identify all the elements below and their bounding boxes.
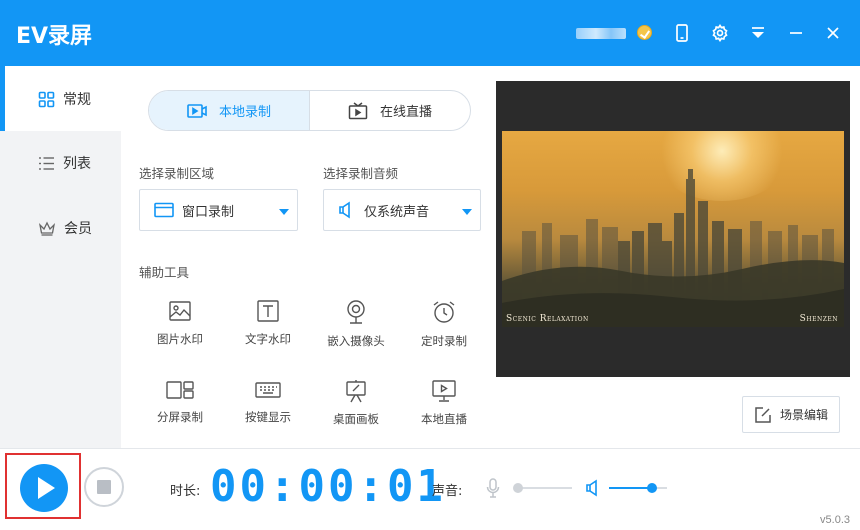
split-screen-icon xyxy=(166,381,194,399)
tool-embed-webcam[interactable]: 嵌入摄像头 xyxy=(311,299,401,349)
sidebar-item-list[interactable]: 列表 xyxy=(0,143,121,183)
preview-caption-right: Shenzen xyxy=(799,314,838,324)
scene-edit-label: 场景编辑 xyxy=(779,408,828,422)
keyboard-icon xyxy=(255,382,281,398)
system-volume-fill xyxy=(609,487,652,489)
speaker-icon xyxy=(339,201,350,219)
alarm-clock-icon xyxy=(433,301,455,323)
chevron-down-icon xyxy=(279,209,289,215)
grid-icon xyxy=(38,91,55,107)
list-icon xyxy=(39,156,54,170)
tool-desktop-canvas[interactable]: 桌面画板 xyxy=(311,379,401,427)
preview-image: Scenic Relaxation Shenzen xyxy=(502,131,844,327)
sidebar-item-general[interactable]: 常规 xyxy=(0,79,121,119)
sidebar-item-label: 会员 xyxy=(64,221,92,237)
record-mode-toggle: 本地录制 在线直播 xyxy=(148,90,471,131)
tools-label: 辅助工具 xyxy=(139,265,190,280)
close-icon[interactable] xyxy=(820,20,846,46)
tool-label: 本地直播 xyxy=(421,412,467,426)
tv-icon xyxy=(348,101,368,119)
tool-keystroke-display[interactable]: 按键显示 xyxy=(223,379,313,425)
image-icon xyxy=(169,301,191,321)
gear-icon[interactable] xyxy=(707,20,733,46)
video-preview: Scenic Relaxation Shenzen xyxy=(496,81,850,377)
webcam-icon xyxy=(347,300,365,324)
record-area-value: 窗口录制 xyxy=(182,204,235,220)
tool-label: 图片水印 xyxy=(157,332,203,346)
record-area-label: 选择录制区域 xyxy=(139,166,215,181)
tab-label: 在线直播 xyxy=(379,105,432,120)
stop-record-button[interactable] xyxy=(84,467,124,507)
sidebar-item-label: 常规 xyxy=(63,92,91,108)
tab-label: 本地录制 xyxy=(218,105,271,120)
edit-icon xyxy=(755,406,771,423)
monitor-play-icon xyxy=(432,380,456,402)
tool-text-watermark[interactable]: 文字水印 xyxy=(223,299,313,347)
tool-label: 桌面画板 xyxy=(333,412,379,426)
record-timer: 00:00:01 xyxy=(210,461,446,512)
version-label: v5.0.3 xyxy=(820,514,850,526)
record-audio-label: 选择录制音频 xyxy=(323,166,399,181)
microphone-icon[interactable] xyxy=(486,478,500,498)
tool-label: 分屏录制 xyxy=(157,410,203,424)
phone-icon[interactable] xyxy=(669,20,695,46)
video-camera-icon xyxy=(187,103,207,118)
record-audio-value: 仅系统声音 xyxy=(364,204,430,220)
bottom-divider xyxy=(0,448,860,449)
vip-badge-icon[interactable] xyxy=(637,25,652,40)
tab-local-record[interactable]: 本地录制 xyxy=(149,91,309,130)
window-icon xyxy=(154,202,174,218)
record-audio-select[interactable]: 仅系统声音 xyxy=(323,189,481,231)
app-title: EV录屏 xyxy=(16,24,93,49)
text-icon xyxy=(257,300,279,322)
tool-local-live[interactable]: 本地直播 xyxy=(399,379,489,427)
tab-online-live[interactable]: 在线直播 xyxy=(309,91,470,130)
sound-label: 声音: xyxy=(432,484,463,499)
tool-image-watermark[interactable]: 图片水印 xyxy=(135,299,225,347)
tool-label: 按键显示 xyxy=(245,410,291,424)
preview-caption-left: Scenic Relaxation xyxy=(506,314,589,324)
tool-split-screen[interactable]: 分屏录制 xyxy=(135,379,225,425)
tool-label: 嵌入摄像头 xyxy=(327,334,385,348)
username-blurred[interactable] xyxy=(576,28,626,39)
mic-volume-track[interactable] xyxy=(516,487,572,489)
tool-label: 定时录制 xyxy=(421,334,467,348)
tool-label: 文字水印 xyxy=(245,332,291,346)
menu-down-icon[interactable] xyxy=(745,20,771,46)
title-bar: EV录屏 xyxy=(0,0,860,66)
speaker-icon[interactable] xyxy=(585,478,601,498)
sidebar-item-label: 列表 xyxy=(63,156,91,172)
scene-edit-button[interactable]: 场景编辑 xyxy=(742,396,840,433)
tool-scheduled-record[interactable]: 定时录制 xyxy=(399,299,489,349)
system-volume-knob[interactable] xyxy=(646,483,657,493)
start-record-button[interactable] xyxy=(20,464,68,512)
record-area-select[interactable]: 窗口录制 xyxy=(139,189,298,231)
mic-volume-knob[interactable] xyxy=(513,483,523,493)
duration-label: 时长: xyxy=(170,484,201,499)
sidebar-item-membership[interactable]: 会员 xyxy=(0,208,121,248)
crown-icon xyxy=(38,221,56,236)
easel-icon xyxy=(346,380,366,403)
minimize-icon[interactable] xyxy=(783,20,809,46)
chevron-down-icon xyxy=(462,209,472,215)
